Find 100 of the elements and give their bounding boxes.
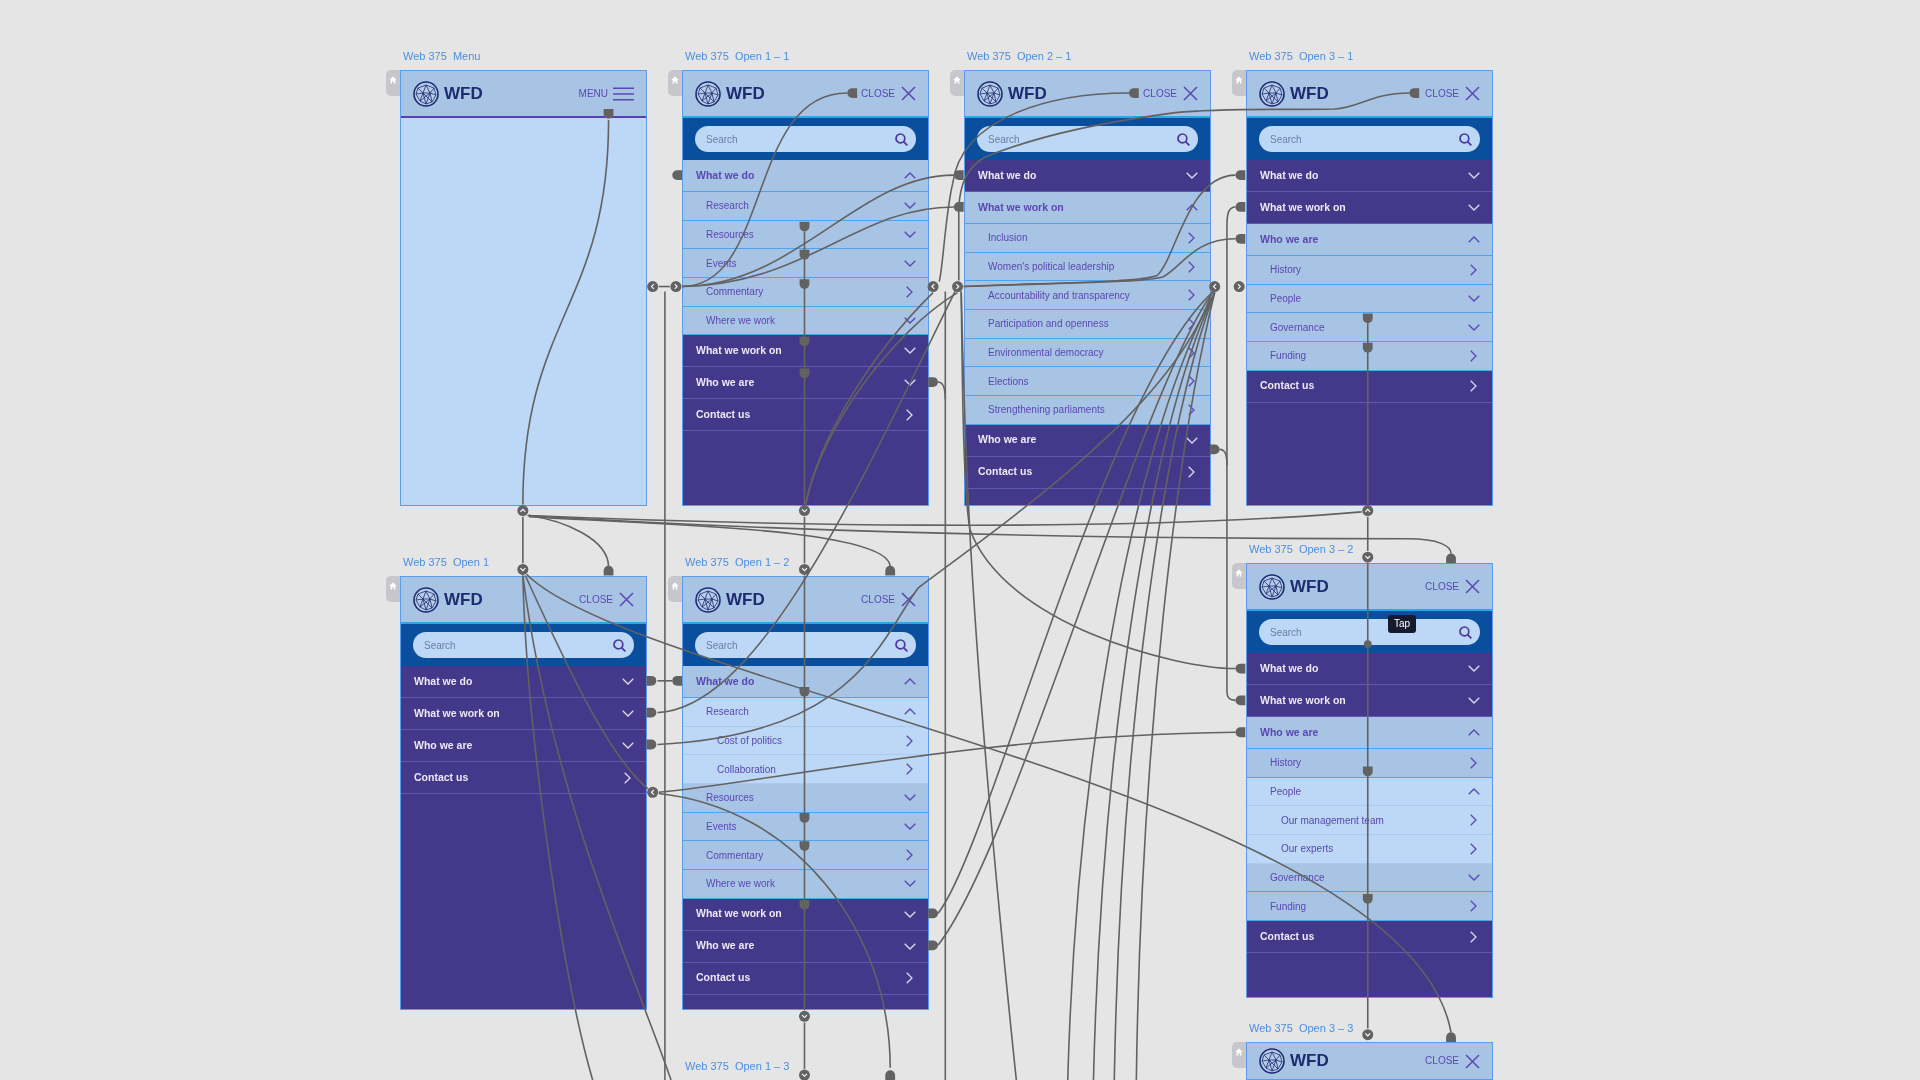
chevron-right-icon bbox=[906, 763, 913, 776]
menu-item[interactable]: Our experts bbox=[1247, 835, 1492, 864]
close-button[interactable]: CLOSE bbox=[1425, 86, 1480, 101]
close-icon bbox=[1465, 86, 1480, 101]
menu-item[interactable]: Inclusion bbox=[965, 224, 1210, 253]
menu-item[interactable]: Strengthening parliaments bbox=[965, 396, 1210, 425]
chevron-down-icon bbox=[1468, 874, 1480, 882]
connector-handle-icon bbox=[1129, 88, 1139, 98]
connector-handle-icon bbox=[953, 202, 964, 212]
menu-item[interactable]: What we do bbox=[683, 666, 928, 698]
search-field[interactable]: Search bbox=[977, 126, 1198, 152]
connector-handle-icon bbox=[1446, 1032, 1456, 1043]
connector-node-icon bbox=[799, 563, 810, 575]
globe-logo-icon bbox=[1259, 1048, 1285, 1074]
search-icon[interactable] bbox=[1459, 625, 1472, 639]
menu-item[interactable]: Commentary bbox=[683, 278, 928, 307]
connector-handle-icon bbox=[646, 707, 657, 718]
search-icon[interactable] bbox=[895, 132, 908, 146]
menu-item[interactable]: Research bbox=[683, 698, 928, 727]
search-field[interactable]: Search bbox=[413, 632, 634, 658]
chevron-down-icon bbox=[904, 823, 916, 831]
chevron-up-icon bbox=[1468, 788, 1480, 796]
artboard-title: Web 375 Open 1 – 3 bbox=[685, 1060, 790, 1073]
menu-item[interactable]: History bbox=[1247, 256, 1492, 285]
connector-handle-icon bbox=[799, 900, 810, 910]
close-button[interactable]: CLOSE bbox=[1143, 86, 1198, 101]
globe-logo-icon bbox=[977, 80, 1003, 107]
menu-item[interactable]: Where we work bbox=[683, 870, 928, 899]
menu-item[interactable]: Funding bbox=[1247, 892, 1492, 922]
logo-text: WFD bbox=[726, 589, 765, 610]
menu-item[interactable]: History bbox=[1247, 749, 1492, 778]
menu-item[interactable]: Funding bbox=[1247, 342, 1492, 371]
search-icon[interactable] bbox=[1459, 132, 1472, 146]
menu-item[interactable]: What we work on bbox=[965, 192, 1210, 224]
artboard-title: Web 375 Open 1 – 1 bbox=[685, 50, 790, 63]
connector-handle-icon bbox=[1409, 88, 1420, 98]
search-icon[interactable] bbox=[613, 638, 626, 652]
chevron-up-icon bbox=[1186, 204, 1198, 211]
connector-node-icon bbox=[647, 786, 659, 798]
chevron-right-icon bbox=[906, 408, 913, 421]
menu-item[interactable]: Accountability and transparency bbox=[965, 281, 1210, 311]
search-field[interactable]: Search bbox=[695, 126, 916, 152]
connector-handle-icon bbox=[1235, 170, 1246, 180]
chevron-down-icon bbox=[1468, 204, 1480, 211]
close-button[interactable]: CLOSE bbox=[861, 592, 916, 607]
menu-item[interactable]: Who we are bbox=[1247, 224, 1492, 256]
home-icon bbox=[386, 576, 400, 602]
connector-handle-icon bbox=[1235, 202, 1246, 212]
close-button[interactable]: CLOSE bbox=[1425, 1053, 1480, 1069]
logo-text: WFD bbox=[1290, 1051, 1329, 1071]
connector-handle-icon bbox=[1446, 553, 1456, 564]
chevron-up-icon bbox=[904, 172, 916, 179]
connector-handle-icon bbox=[646, 739, 657, 750]
menu-item[interactable]: Commentary bbox=[683, 841, 928, 871]
menu-item[interactable]: Cost of politics bbox=[683, 726, 928, 756]
connector-handle-icon bbox=[1235, 663, 1246, 674]
chevron-right-icon bbox=[1470, 263, 1477, 276]
connector-node-icon bbox=[1233, 281, 1245, 293]
connector-handle-icon bbox=[928, 377, 938, 387]
menu-button[interactable]: MENU bbox=[578, 86, 634, 101]
home-icon bbox=[950, 70, 964, 96]
search-icon[interactable] bbox=[1177, 132, 1190, 146]
menu-item[interactable]: Governance bbox=[1247, 313, 1492, 343]
chevron-down-icon bbox=[1468, 172, 1480, 179]
logo-text: WFD bbox=[444, 83, 483, 104]
chevron-right-icon bbox=[906, 972, 913, 985]
chevron-down-icon bbox=[904, 794, 916, 802]
connector-node-icon bbox=[799, 1069, 810, 1080]
search-field[interactable]: Search bbox=[695, 632, 916, 658]
menu-item[interactable]: Participation and openness bbox=[965, 310, 1210, 339]
connector-handle-icon bbox=[1235, 727, 1246, 738]
menu-item[interactable]: Elections bbox=[965, 367, 1210, 397]
close-button[interactable]: CLOSE bbox=[1425, 579, 1480, 594]
menu-item[interactable]: Where we work bbox=[683, 306, 928, 336]
menu-item[interactable]: Who we are bbox=[1247, 717, 1492, 749]
chevron-down-icon bbox=[904, 880, 916, 888]
menu-item[interactable]: What we do bbox=[683, 160, 928, 192]
connector-handle-icon bbox=[1209, 444, 1220, 455]
connector-node-icon bbox=[799, 1010, 810, 1022]
menu-item[interactable]: Resources bbox=[683, 784, 928, 813]
close-button[interactable]: CLOSE bbox=[861, 86, 916, 101]
chevron-right-icon bbox=[906, 849, 913, 862]
close-button[interactable]: CLOSE bbox=[579, 592, 634, 607]
menu-item[interactable]: People bbox=[1247, 284, 1492, 314]
menu-item[interactable]: Events bbox=[683, 812, 928, 842]
globe-logo-icon bbox=[1259, 80, 1285, 107]
close-icon bbox=[1465, 579, 1480, 594]
connector-handle-icon bbox=[799, 686, 810, 697]
menu-item[interactable]: Research bbox=[683, 192, 928, 221]
menu-item[interactable]: Collaboration bbox=[683, 755, 928, 785]
search-field[interactable]: Search bbox=[1259, 126, 1480, 152]
chevron-right-icon bbox=[906, 285, 913, 298]
search-icon[interactable] bbox=[895, 638, 908, 652]
chevron-down-icon bbox=[904, 379, 916, 387]
chevron-down-icon bbox=[904, 347, 916, 355]
home-icon bbox=[386, 70, 400, 96]
connector-node-icon bbox=[1209, 281, 1221, 293]
logo-text: WFD bbox=[1290, 83, 1329, 104]
chevron-right-icon bbox=[1470, 814, 1477, 827]
menu-item[interactable]: People bbox=[1247, 777, 1492, 807]
